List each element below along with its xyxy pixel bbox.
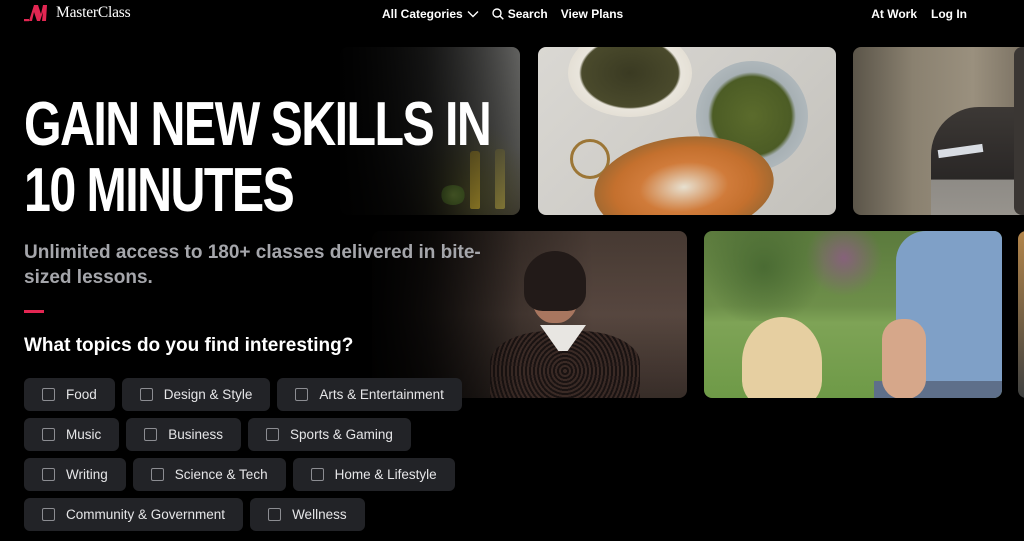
view-plans-link[interactable]: View Plans: [561, 7, 623, 21]
login-link[interactable]: Log In: [931, 7, 967, 21]
topic-label: Design & Style: [163, 387, 253, 402]
topic-chip-community-and-government[interactable]: Community & Government: [24, 498, 244, 531]
topic-chip-arts-and-entertainment[interactable]: Arts & Entertainment: [277, 378, 462, 411]
chevron-down-icon: [467, 11, 479, 18]
checkbox-icon[interactable]: [139, 388, 153, 401]
topic-chip-home-and-lifestyle[interactable]: Home & Lifestyle: [292, 458, 455, 491]
topic-label: Arts & Entertainment: [319, 387, 444, 402]
topic-label: Wellness: [292, 507, 347, 522]
tile-image-food: [538, 47, 836, 215]
plate-shape: [568, 47, 692, 117]
topic-label: Home & Lifestyle: [334, 467, 437, 482]
at-work-link[interactable]: At Work: [871, 7, 917, 21]
tile-image-partial: [1018, 231, 1024, 398]
topic-label: Music: [66, 427, 102, 442]
tile-image-partial: [1014, 47, 1024, 215]
topic-chip-food[interactable]: Food: [24, 378, 115, 411]
bottle-shape: [495, 149, 505, 209]
bush-shape: [704, 231, 904, 321]
hero-title-line2: 10 MINUTES: [24, 156, 295, 225]
top-nav: MasterClass All Categories Search View P…: [0, 0, 1024, 30]
checkbox-icon[interactable]: [42, 428, 55, 441]
checkbox-icon[interactable]: [295, 388, 309, 401]
arm-shape: [882, 319, 926, 398]
masterclass-logo-icon: [24, 5, 47, 22]
search-label: Search: [507, 7, 548, 21]
checkbox-icon[interactable]: [268, 508, 282, 521]
topic-label: Science & Tech: [174, 467, 268, 482]
topic-chip-science-and-tech[interactable]: Science & Tech: [132, 458, 286, 491]
all-categories-label: All Categories: [382, 7, 463, 21]
topic-chip-wellness[interactable]: Wellness: [250, 498, 365, 531]
topic-chip-music[interactable]: Music: [24, 418, 120, 451]
hair-shape: [524, 251, 586, 311]
logo-link[interactable]: MasterClass: [24, 4, 131, 22]
topics-question: What topics do you find interesting?: [24, 335, 354, 356]
topic-chip-sports-and-gaming[interactable]: Sports & Gaming: [248, 418, 411, 451]
nav-center: All Categories Search View Plans: [382, 7, 623, 21]
all-categories-dropdown[interactable]: All Categories: [382, 7, 479, 21]
topic-chip-business[interactable]: Business: [126, 418, 242, 451]
topic-label: Community & Government: [66, 507, 226, 522]
topic-label: Writing: [66, 467, 108, 482]
checkbox-icon[interactable]: [42, 508, 55, 521]
checkbox-icon[interactable]: [144, 428, 158, 441]
topic-label: Sports & Gaming: [290, 427, 393, 442]
topic-label: Food: [66, 387, 97, 402]
checkbox-icon[interactable]: [42, 388, 55, 401]
tile-image-dog-training: [704, 231, 1002, 398]
puppy-shape: [742, 317, 822, 398]
nav-right: At Work Log In: [871, 7, 967, 21]
checkbox-icon[interactable]: [266, 428, 280, 441]
hero-subtitle: Unlimited access to 180+ classes deliver…: [24, 242, 481, 288]
topic-chip-group: Food Design & Style Arts & Entertainment Mu…: [24, 378, 484, 531]
checkbox-icon[interactable]: [150, 468, 164, 481]
logo-text: MasterClass: [56, 4, 131, 21]
hero-title: GAIN NEW SKILLS IN 10 MINUTES: [24, 90, 492, 225]
search-button[interactable]: Search: [492, 7, 548, 21]
topic-chip-design-and-style[interactable]: Design & Style: [121, 378, 271, 411]
checkbox-icon[interactable]: [310, 468, 324, 481]
person-shape: [931, 107, 1024, 215]
hero-title-line1: GAIN NEW SKILLS IN: [24, 90, 492, 159]
topic-chip-writing[interactable]: Writing: [24, 458, 126, 491]
search-icon: [492, 8, 504, 20]
tile-image-director: [853, 47, 1024, 215]
accent-divider: [24, 310, 44, 313]
topic-label: Business: [168, 427, 224, 442]
checkbox-icon[interactable]: [42, 468, 55, 481]
